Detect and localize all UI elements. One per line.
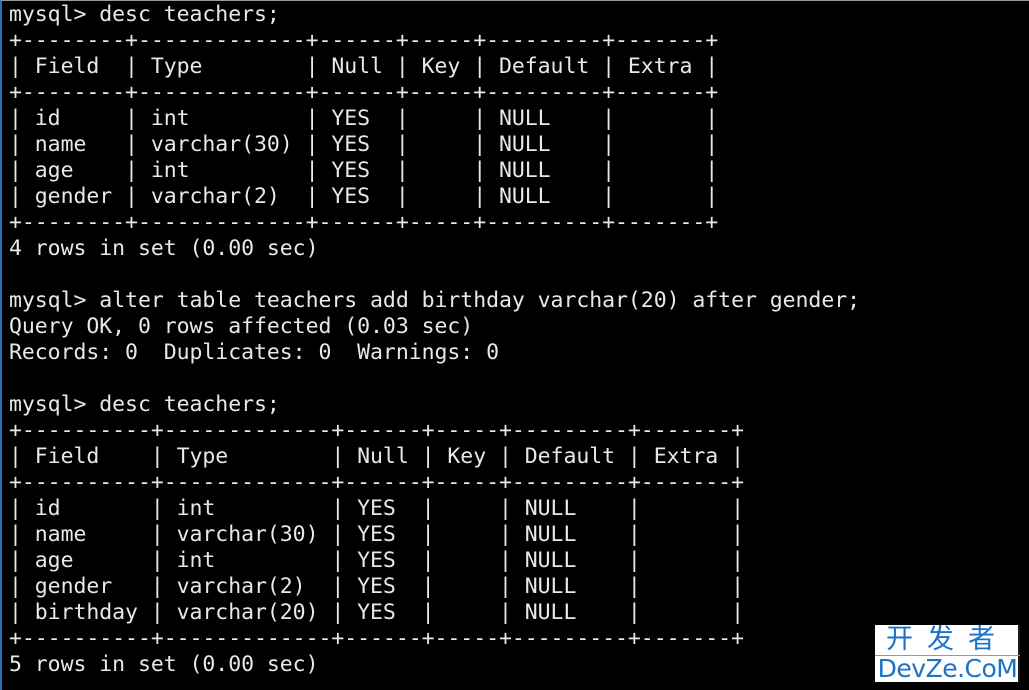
- table-header-row: | Field | Type | Null | Key | Default | …: [9, 54, 719, 79]
- query-records: Records: 0 Duplicates: 0 Warnings: 0: [9, 340, 499, 365]
- query-status: Query OK, 0 rows affected (0.03 sec): [9, 314, 474, 339]
- table-row: | name | varchar(30) | YES | | NULL | |: [9, 132, 719, 157]
- watermark-chinese-text: 开发者: [886, 625, 1009, 654]
- watermark-logo: 开发者 DevZe.CoM: [875, 625, 1020, 682]
- table-row: | id | int | YES | | NULL | |: [9, 106, 719, 131]
- table-row: | age | int | YES | | NULL | |: [9, 548, 744, 573]
- prompt-line: mysql> desc teachers;: [9, 392, 280, 417]
- table-border: +--------+-------------+------+-----+---…: [9, 80, 719, 105]
- table-header-row: | Field | Type | Null | Key | Default | …: [9, 444, 744, 469]
- watermark-english-text: DevZe.CoM: [877, 654, 1018, 683]
- result-summary: 5 rows in set (0.00 sec): [9, 652, 319, 677]
- terminal-output: mysql> desc teachers; +--------+---------…: [9, 2, 860, 678]
- table-border: +--------+-------------+------+-----+---…: [9, 210, 719, 235]
- result-summary: 4 rows in set (0.00 sec): [9, 236, 319, 261]
- table-border: +----------+-------------+------+-----+-…: [9, 470, 744, 495]
- table-row: | age | int | YES | | NULL | |: [9, 158, 719, 183]
- table-border: +----------+-------------+------+-----+-…: [9, 418, 744, 443]
- table-border: +--------+-------------+------+-----+---…: [9, 28, 719, 53]
- terminal-window[interactable]: mysql> desc teachers; +--------+---------…: [0, 0, 1029, 690]
- table-row: | name | varchar(30) | YES | | NULL | |: [9, 522, 744, 547]
- table-row: | id | int | YES | | NULL | |: [9, 496, 744, 521]
- prompt-line: mysql> desc teachers;: [9, 2, 280, 27]
- table-row: | gender | varchar(2) | YES | | NULL | |: [9, 574, 744, 599]
- prompt-line: mysql> alter table teachers add birthday…: [9, 288, 861, 313]
- table-row: | gender | varchar(2) | YES | | NULL | |: [9, 184, 719, 209]
- table-row: | birthday | varchar(20) | YES | | NULL …: [9, 600, 744, 625]
- table-border: +----------+-------------+------+-----+-…: [9, 626, 744, 651]
